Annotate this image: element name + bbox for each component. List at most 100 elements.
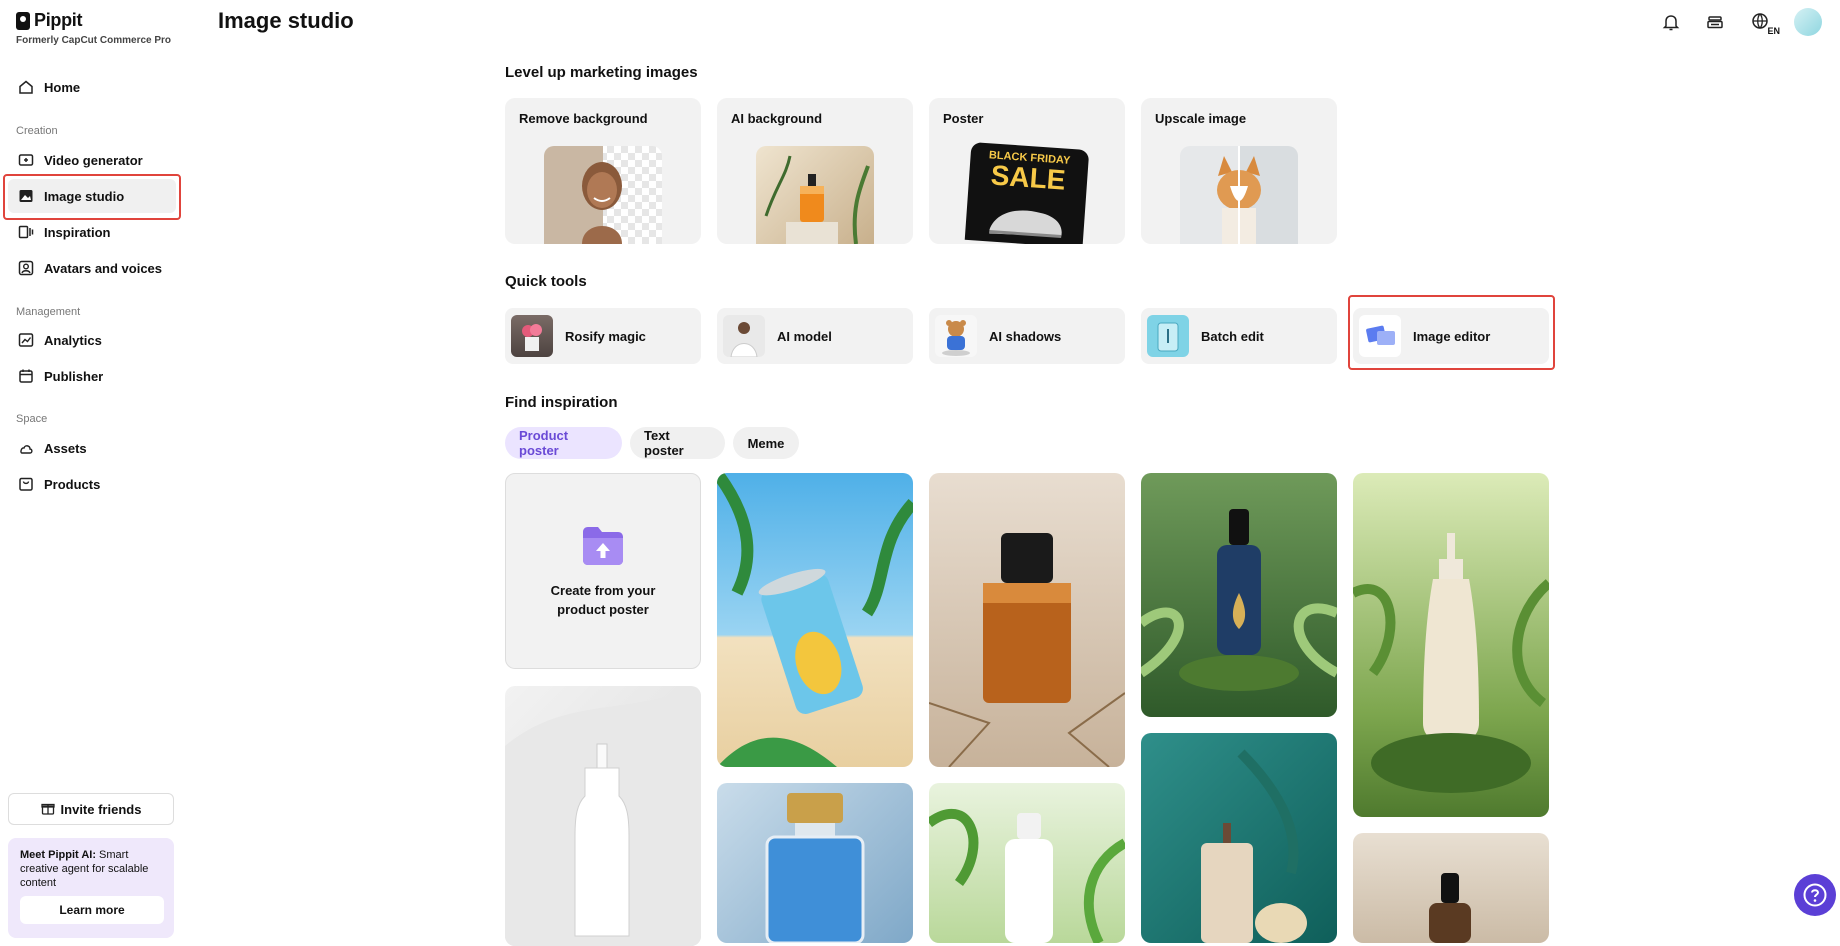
inspiration-image-pineapple-can[interactable] [717, 473, 913, 767]
chip-meme[interactable]: Meme [733, 427, 799, 459]
card-label: Upscale image [1155, 111, 1247, 126]
card-label: Poster [943, 111, 984, 126]
section-label-management: Management [16, 306, 81, 318]
pippit-logo-icon [16, 11, 30, 30]
sidebar-item-label: Video generator [44, 152, 143, 168]
gift-icon [40, 801, 55, 818]
sidebar-item-label: Products [44, 476, 101, 492]
portrait-woman-icon [582, 162, 622, 244]
ai-background-thumbnail [756, 146, 874, 244]
header-actions: EN [1658, 8, 1822, 36]
inspiration-image-blue-bottle[interactable] [717, 783, 913, 943]
sneaker-icon [989, 210, 1062, 238]
page-title: Image studio [218, 8, 354, 33]
sidebar-item-image-studio[interactable]: Image studio [8, 179, 176, 213]
analytics-icon [18, 332, 34, 348]
tool-ai-model[interactable]: AI model [717, 308, 913, 364]
product-box-icon [18, 476, 34, 492]
sidebar-item-label: Analytics [44, 332, 102, 348]
invite-friends-button[interactable]: Invite friends [8, 793, 174, 825]
ai-shadows-thumbnail [935, 315, 977, 357]
sidebar-item-label: Publisher [44, 368, 104, 384]
sidebar-item-label: Assets [44, 440, 87, 456]
learn-more-button[interactable]: Learn more [20, 896, 164, 924]
sidebar-item-assets[interactable]: Assets [8, 431, 176, 465]
tool-ai-shadows[interactable]: AI shadows [929, 308, 1125, 364]
ai-model-thumbnail [723, 315, 765, 357]
help-icon [1803, 883, 1827, 907]
sidebar-item-avatars-voices[interactable]: Avatars and voices [8, 251, 176, 285]
sidebar-item-products[interactable]: Products [8, 467, 176, 501]
find-inspiration-title: Find inspiration [505, 394, 618, 411]
rosify-thumbnail [511, 315, 553, 357]
app-subtitle: Formerly CapCut Commerce Pro [16, 35, 172, 46]
sidebar-item-label: Inspiration [44, 224, 111, 240]
tool-image-editor[interactable]: Image editor [1353, 308, 1549, 364]
remove-background-thumbnail [544, 146, 662, 244]
tool-label: AI shadows [989, 328, 1062, 344]
chip-product-poster[interactable]: Product poster [505, 427, 622, 459]
quick-tools-title: Quick tools [505, 273, 587, 290]
video-plus-icon [18, 152, 34, 168]
tool-batch-edit[interactable]: Batch edit [1141, 308, 1337, 364]
remove-background-card[interactable]: Remove background [505, 98, 701, 244]
folder-upload-icon [581, 524, 625, 571]
calendar-icon [18, 368, 34, 384]
sidebar: Pippit Formerly CapCut Commerce Pro Home… [0, 0, 190, 939]
sidebar-item-label: Avatars and voices [44, 260, 163, 276]
inspiration-image-pump-bottle-teal[interactable] [1141, 733, 1337, 943]
inspiration-image-amber-perfume[interactable] [929, 473, 1125, 767]
sidebar-item-home[interactable]: Home [8, 70, 176, 104]
section-label-space: Space [16, 413, 48, 425]
home-icon [18, 79, 34, 95]
create-card-label: Create from your product poster [550, 582, 656, 617]
language-code: EN [1767, 26, 1780, 36]
upscale-image-thumbnail [1180, 146, 1298, 244]
batch-edit-thumbnail [1147, 315, 1189, 357]
sidebar-item-video-generator[interactable]: Video generator [8, 143, 176, 177]
image-editor-thumbnail [1359, 315, 1401, 357]
tool-label: AI model [777, 328, 832, 344]
inspiration-image-white-bottle[interactable] [505, 686, 701, 946]
section-label-creation: Creation [16, 125, 58, 137]
tool-label: Batch edit [1201, 328, 1264, 344]
app-name: Pippit [34, 10, 83, 30]
cloud-icon [18, 440, 34, 456]
tool-label: Rosify magic [565, 328, 646, 344]
inspiration-image-dropper-bottle[interactable] [1141, 473, 1337, 717]
level-up-title: Level up marketing images [505, 64, 698, 81]
create-from-product-poster-card[interactable]: Create from your product poster [505, 473, 701, 669]
inspiration-image-white-bottle-leaves[interactable] [929, 783, 1125, 943]
upscale-image-card[interactable]: Upscale image [1141, 98, 1337, 244]
poster-thumbnail: BLACK FRIDAY SALE [964, 142, 1090, 244]
avatar-icon [18, 260, 34, 276]
sidebar-item-label: Image studio [44, 188, 125, 204]
poster-card[interactable]: Poster BLACK FRIDAY SALE [929, 98, 1125, 244]
stack-layers-icon[interactable] [1702, 9, 1728, 35]
tool-label: Image editor [1413, 328, 1491, 344]
language-globe-icon[interactable]: EN [1746, 9, 1780, 36]
user-avatar[interactable] [1794, 8, 1822, 36]
chip-text-poster[interactable]: Text poster [630, 427, 725, 459]
sidebar-item-label: Home [44, 79, 81, 95]
inspiration-icon [18, 224, 34, 240]
pippit-logo[interactable]: Pippit [16, 10, 83, 31]
card-label: Remove background [519, 111, 648, 126]
help-button[interactable] [1794, 874, 1836, 916]
inspiration-image-amber-dropper[interactable] [1353, 833, 1549, 943]
ai-background-card[interactable]: AI background [717, 98, 913, 244]
sidebar-item-inspiration[interactable]: Inspiration [8, 215, 176, 249]
promo-title: Meet Pippit AI: [20, 849, 96, 861]
card-label: AI background [731, 111, 823, 126]
perfume-plant-icon [764, 155, 870, 244]
invite-friends-label: Invite friends [60, 801, 142, 817]
image-studio-icon [18, 188, 34, 204]
pippit-ai-promo: Meet Pippit AI: Smart creative agent for… [8, 838, 174, 938]
notification-bell-icon[interactable] [1658, 9, 1684, 35]
inspiration-image-pump-bottle-forest[interactable] [1353, 473, 1549, 817]
sidebar-item-publisher[interactable]: Publisher [8, 359, 176, 393]
corgi-icon [1217, 146, 1261, 244]
sidebar-item-analytics[interactable]: Analytics [8, 323, 176, 357]
promo-text: Meet Pippit AI: Smart creative agent for… [20, 848, 162, 890]
tool-rosify-magic[interactable]: Rosify magic [505, 308, 701, 364]
